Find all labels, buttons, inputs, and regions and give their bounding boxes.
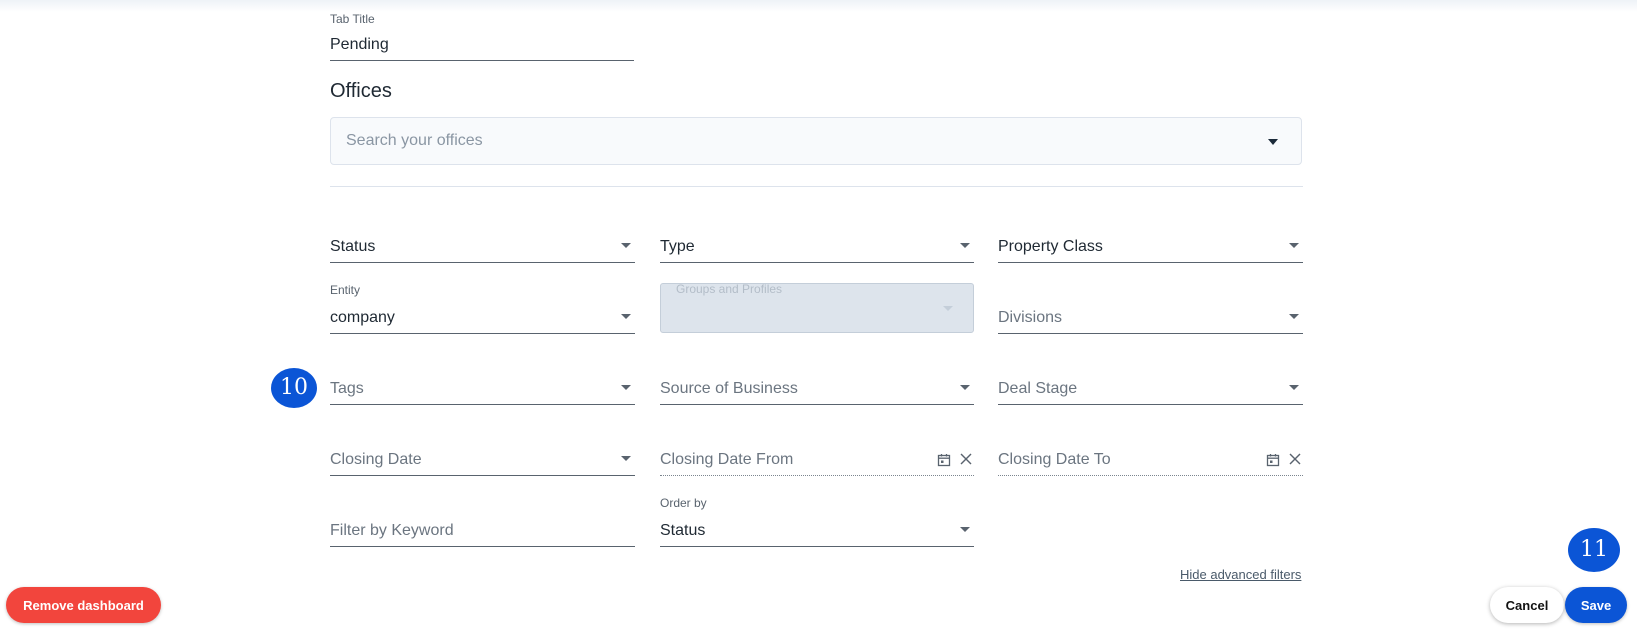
type-select-value: Type [660,238,695,255]
calendar-icon[interactable] [1266,453,1280,467]
caret-down-icon [621,243,631,248]
cancel-button[interactable]: Cancel [1490,587,1564,623]
closing-date-from-placeholder: Closing Date From [660,451,794,468]
caret-down-icon [960,243,970,248]
closing-date-select-value: Closing Date [330,451,422,468]
caret-down-icon [960,385,970,390]
divisions-select-value: Divisions [998,309,1063,326]
section-divider [330,186,1303,187]
offices-search-input[interactable] [346,118,1246,164]
top-shadow [0,0,1637,12]
divisions-select[interactable]: Divisions [998,297,1303,334]
status-select[interactable]: Status [330,226,635,263]
order-by-select[interactable]: Order by Status [660,496,974,547]
save-button[interactable]: Save [1565,587,1627,623]
caret-down-icon [621,314,631,319]
caret-down-icon [943,306,953,311]
tab-title-label: Tab Title [330,12,375,26]
tab-title-input[interactable] [330,30,634,61]
step-badge-10: 10 [271,368,317,408]
filter-by-keyword-input[interactable]: Filter by Keyword [330,510,635,547]
close-icon[interactable] [960,453,972,465]
close-icon[interactable] [1289,453,1301,465]
caret-down-icon [960,527,970,532]
entity-label: Entity [330,283,361,297]
deal-stage-select[interactable]: Deal Stage [998,368,1303,405]
filter-by-keyword-placeholder: Filter by Keyword [330,522,454,539]
calendar-icon[interactable] [937,453,951,467]
caret-down-icon[interactable] [1268,139,1278,145]
status-select-value: Status [330,238,376,255]
caret-down-icon [621,385,631,390]
closing-date-select[interactable]: Closing Date [330,439,635,476]
order-by-select-value: Status [660,522,706,539]
property-class-select[interactable]: Property Class [998,226,1303,263]
entity-select[interactable]: Entity company [330,283,635,334]
source-of-business-select-value: Source of Business [660,380,798,397]
order-by-label: Order by [660,496,707,510]
type-select[interactable]: Type [660,226,974,263]
entity-select-value: company [330,309,395,326]
closing-date-to-placeholder: Closing Date To [998,451,1111,468]
offices-heading: Offices [330,80,392,102]
caret-down-icon [621,456,631,461]
offices-search-select[interactable] [330,117,1302,165]
remove-dashboard-button[interactable]: Remove dashboard [6,587,161,623]
property-class-select-value: Property Class [998,238,1103,255]
hide-advanced-filters-link[interactable]: Hide advanced filters [1180,567,1301,582]
source-of-business-select[interactable]: Source of Business [660,368,974,405]
closing-date-to-input[interactable]: Closing Date To [998,439,1303,476]
groups-profiles-label: Groups and Profiles [676,282,783,296]
tags-select-value: Tags [330,380,364,397]
closing-date-from-input[interactable]: Closing Date From [660,439,974,476]
caret-down-icon [1289,314,1299,319]
caret-down-icon [1289,385,1299,390]
deal-stage-select-value: Deal Stage [998,380,1078,397]
tags-select[interactable]: Tags [330,368,635,405]
caret-down-icon [1289,243,1299,248]
step-badge-11: 11 [1568,528,1620,572]
groups-profiles-select: Groups and Profiles [660,282,974,333]
